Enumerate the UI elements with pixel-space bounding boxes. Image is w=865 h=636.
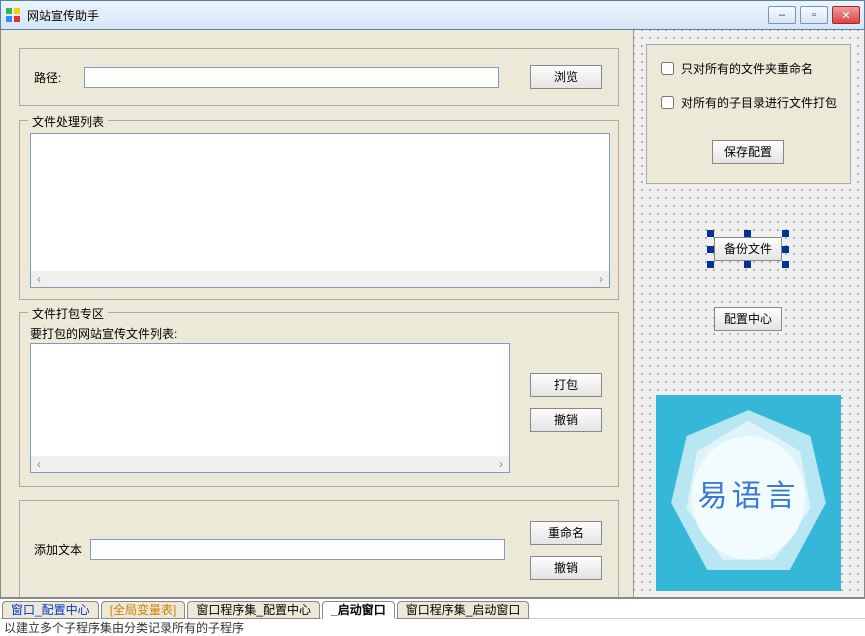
file-list-group: 文件处理列表 ‹› [19, 120, 619, 300]
chk-rename-folders-label: 只对所有的文件夹重命名 [681, 60, 813, 77]
chk-pack-subdirs-label: 对所有的子目录进行文件打包 [681, 94, 837, 111]
logo-text: 易语言 [656, 471, 841, 515]
tab-window-config[interactable]: 窗口_配置中心 [2, 601, 99, 619]
app-icon [5, 7, 21, 23]
pack-textarea[interactable] [30, 343, 510, 473]
tab-global-vars[interactable]: [全局变量表] [101, 601, 186, 619]
titlebar[interactable]: 网站宣传助手 – ▫ ✕ [0, 0, 865, 30]
selection-handle[interactable] [782, 230, 789, 237]
selection-handle[interactable] [782, 261, 789, 268]
addtext-input[interactable] [90, 539, 505, 560]
selection-handle[interactable] [707, 261, 714, 268]
path-input[interactable] [84, 67, 499, 88]
file-list-textarea[interactable] [30, 133, 610, 288]
horizontal-scrollbar[interactable]: ‹› [31, 456, 509, 472]
scroll-left-icon[interactable]: ‹ [31, 456, 47, 472]
selection-handle[interactable] [707, 246, 714, 253]
logo-image: 易语言 [656, 395, 841, 591]
addtext-group: 添加文本 重命名 撤销 [19, 500, 619, 597]
scroll-right-icon[interactable]: › [593, 271, 609, 287]
browse-button[interactable]: 浏览 [530, 65, 602, 89]
addtext-label: 添加文本 [34, 541, 82, 558]
backup-button[interactable]: 备份文件 [714, 237, 782, 261]
chk-rename-folders[interactable]: 只对所有的文件夹重命名 [657, 59, 813, 78]
pack-sublabel: 要打包的网站宣传文件列表: [30, 325, 177, 342]
tab-startup-window[interactable]: _启动窗口 [322, 601, 395, 619]
path-group: 路径: 浏览 [19, 48, 619, 106]
minimize-button[interactable]: – [768, 6, 796, 24]
checkbox-icon[interactable] [661, 96, 674, 109]
bottom-tabs: 窗口_配置中心 [全局变量表] 窗口程序集_配置中心 _启动窗口 窗口程序集_启… [0, 598, 865, 618]
config-center-button[interactable]: 配置中心 [714, 307, 782, 331]
selection-handle[interactable] [707, 230, 714, 237]
chk-pack-subdirs[interactable]: 对所有的子目录进行文件打包 [657, 93, 837, 112]
app-window: 网站宣传助手 – ▫ ✕ 路径: 浏览 文件处理列表 ‹› 文件打包专区 [0, 0, 865, 619]
tab-procset-config[interactable]: 窗口程序集_配置中心 [187, 601, 320, 619]
selection-handle[interactable] [744, 261, 751, 268]
selection-handle[interactable] [744, 230, 751, 237]
checkbox-icon[interactable] [661, 62, 674, 75]
horizontal-scrollbar[interactable]: ‹› [31, 271, 609, 287]
pack-button[interactable]: 打包 [530, 373, 602, 397]
path-label: 路径: [34, 69, 61, 86]
tab-procset-startup[interactable]: 窗口程序集_启动窗口 [397, 601, 530, 619]
scroll-right-icon[interactable]: › [493, 456, 509, 472]
side-panel: 只对所有的文件夹重命名 对所有的子目录进行文件打包 保存配置 备份文件 配置中心 [633, 30, 864, 597]
maximize-button[interactable]: ▫ [800, 6, 828, 24]
save-config-button[interactable]: 保存配置 [712, 140, 784, 164]
scroll-left-icon[interactable]: ‹ [31, 271, 47, 287]
window-controls: – ▫ ✕ [768, 6, 860, 24]
selection-handle[interactable] [782, 246, 789, 253]
window-title: 网站宣传助手 [27, 7, 768, 24]
close-button[interactable]: ✕ [832, 6, 860, 24]
pack-undo-button[interactable]: 撤销 [530, 408, 602, 432]
status-bar: 以建立多个子程序集由分类记录所有的子程序 [0, 618, 865, 636]
pack-group: 文件打包专区 要打包的网站宣传文件列表: ‹› 打包 撤销 [19, 312, 619, 487]
client-area: 路径: 浏览 文件处理列表 ‹› 文件打包专区 要打包的网站宣传文件列表: ‹›… [0, 30, 865, 598]
form-designer-canvas: 路径: 浏览 文件处理列表 ‹› 文件打包专区 要打包的网站宣传文件列表: ‹›… [1, 30, 633, 597]
addtext-undo-button[interactable]: 撤销 [530, 556, 602, 580]
rename-button[interactable]: 重命名 [530, 521, 602, 545]
file-list-legend: 文件处理列表 [28, 113, 108, 130]
options-panel: 只对所有的文件夹重命名 对所有的子目录进行文件打包 保存配置 [646, 44, 851, 184]
pack-legend: 文件打包专区 [28, 305, 108, 322]
